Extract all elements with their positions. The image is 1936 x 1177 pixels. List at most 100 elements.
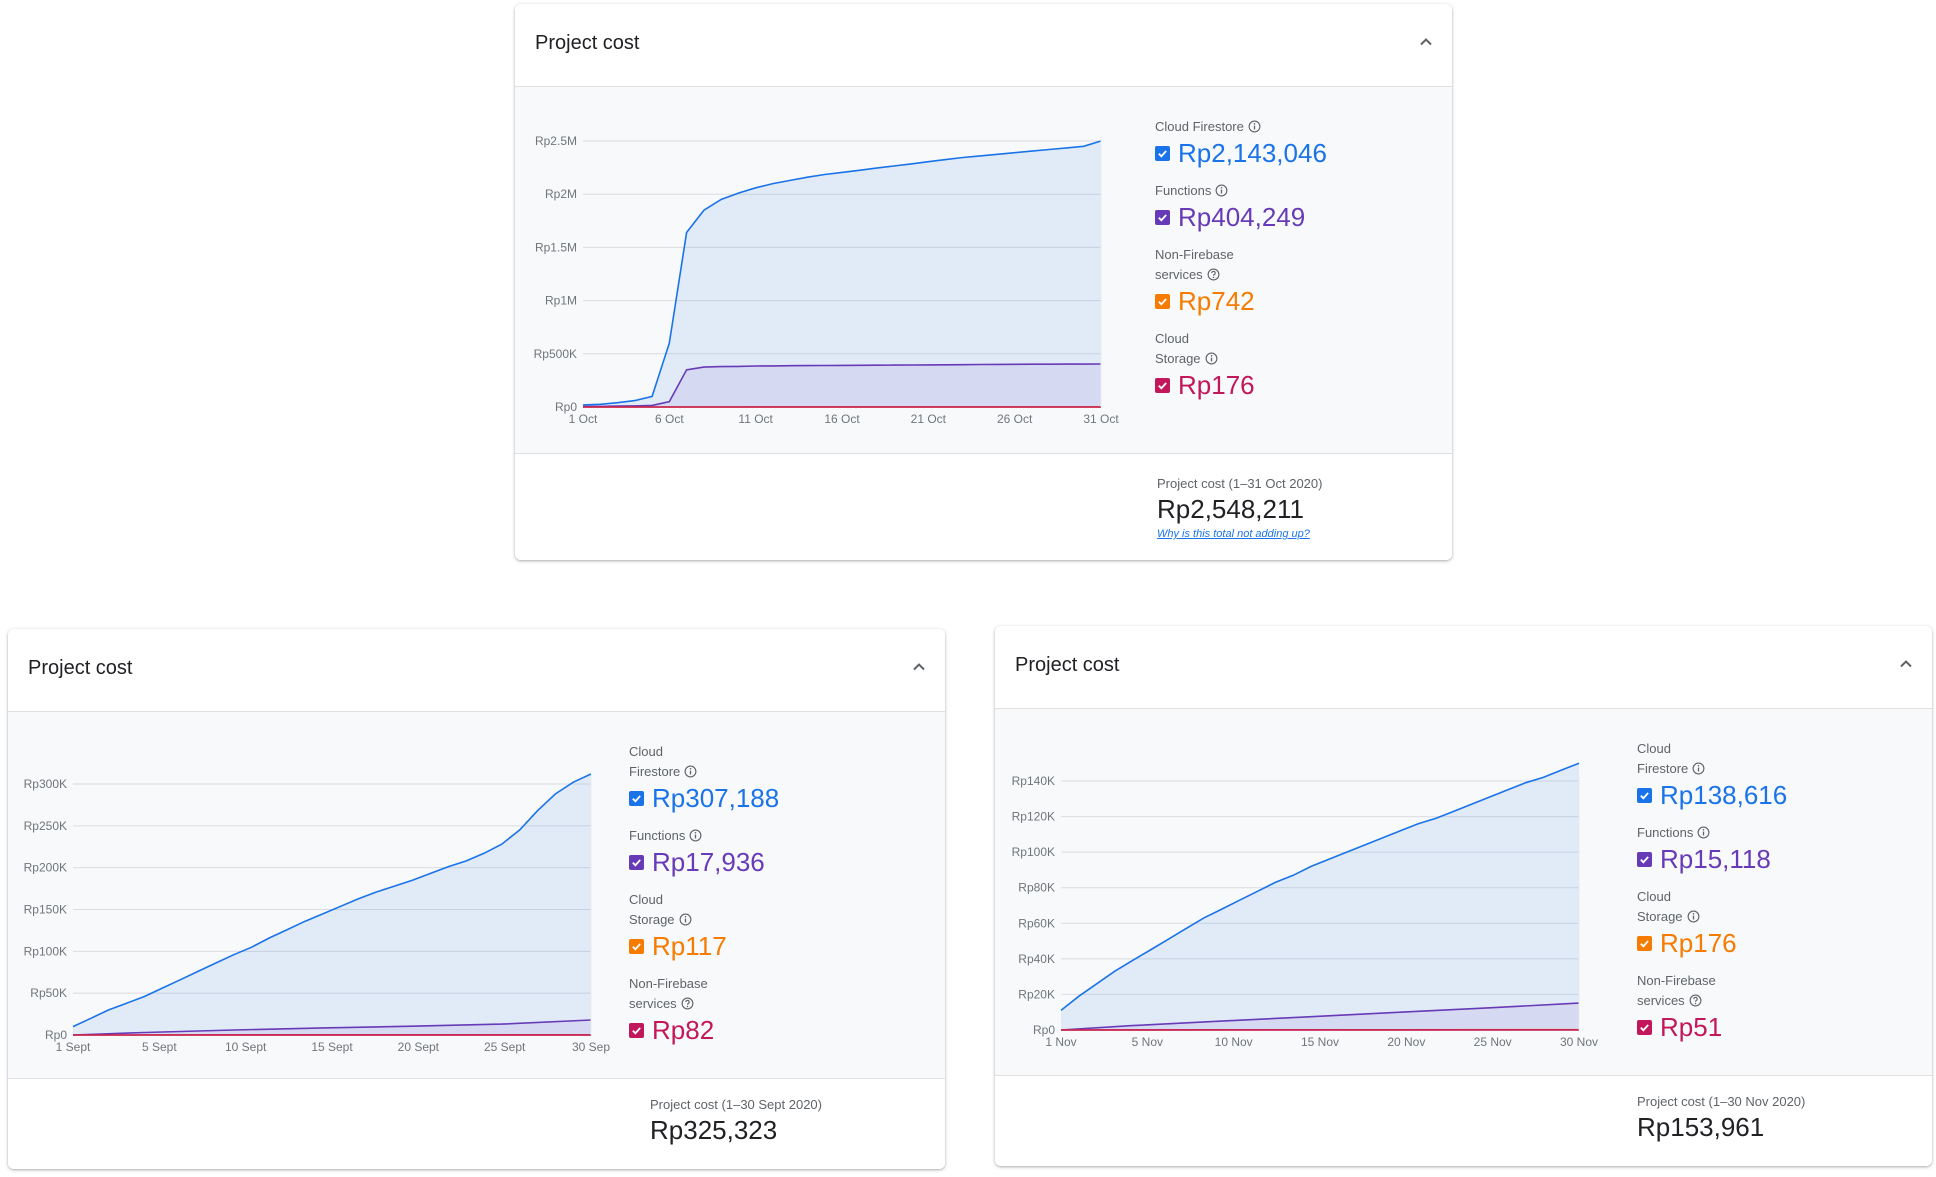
card-title: Project cost (1015, 654, 1120, 676)
series-checkbox[interactable] (1637, 788, 1652, 803)
legend-item-name: Cloud Firestore (1155, 117, 1355, 137)
legend-item: Cloud Firestore Rp307,188 (629, 742, 849, 814)
x-tick-label: 30 Nov (1560, 1035, 1598, 1049)
y-tick-label: Rp100K (1012, 845, 1055, 859)
legend-value-row: Rp51 (1637, 1011, 1857, 1043)
checkbox-checked-icon (1640, 856, 1649, 864)
project-cost-card-oct: Project cost Rp0 Rp500K Rp1M Rp1.5M Rp2M Rp2.… (515, 4, 1452, 560)
total-cost-value: Rp153,961 (1637, 1112, 1765, 1142)
series-checkbox[interactable] (1155, 378, 1170, 393)
x-tick-label: 25 Sept (484, 1040, 526, 1054)
total-cost-label: Project cost (1–30 Nov 2020) (1637, 1094, 1806, 1109)
series-checkbox[interactable] (1637, 936, 1652, 951)
legend-item: Functions Rp15,118 (1637, 823, 1857, 875)
info-icon[interactable] (1205, 352, 1218, 365)
series-checkbox[interactable] (629, 791, 644, 806)
chevron-up-icon (1420, 38, 1432, 46)
legend-item-label: Non-Firebase services (1155, 247, 1234, 282)
info-icon[interactable] (679, 913, 692, 926)
legend-item-value: Rp82 (652, 1015, 715, 1045)
info-icon[interactable] (1248, 120, 1261, 133)
y-tick-label: Rp140K (1012, 774, 1055, 788)
legend-item-name: Non-Firebase services (1155, 245, 1265, 285)
legend-item-name: Functions (1637, 823, 1837, 843)
legend-item-name: Functions (629, 826, 829, 846)
legend-item-label: Cloud Storage (1155, 331, 1201, 366)
card-title: Project cost (535, 32, 640, 54)
help-circle-icon[interactable] (1207, 268, 1220, 281)
legend-item-value: Rp742 (1178, 286, 1255, 316)
legend-value-row: Rp742 (1155, 285, 1375, 317)
legend-value-row: Rp176 (1637, 927, 1857, 959)
x-tick-label: 5 Nov (1132, 1035, 1163, 1049)
legend-item: Non-Firebase services Rp51 (1637, 971, 1857, 1043)
x-tick-label: 21 Oct (911, 412, 947, 426)
x-tick-label: 1 Sept (56, 1040, 91, 1054)
y-tick-label: Rp2.5M (535, 134, 577, 148)
series-checkbox[interactable] (629, 1023, 644, 1038)
legend-value-row: Rp404,249 (1155, 201, 1375, 233)
legend-item-value: Rp176 (1660, 928, 1737, 958)
legend-item-label: Cloud Storage (629, 892, 675, 927)
y-tick-label: Rp150K (24, 903, 67, 917)
legend-item-label: Non-Firebase services (629, 976, 708, 1011)
info-icon[interactable] (689, 829, 702, 842)
legend-item-label: Non-Firebase services (1637, 973, 1716, 1008)
legend-item-name: Functions (1155, 181, 1355, 201)
info-icon[interactable] (1215, 184, 1228, 197)
x-tick-label: 10 Sept (225, 1040, 267, 1054)
checkbox-checked-icon (632, 795, 641, 803)
series-checkbox[interactable] (629, 855, 644, 870)
legend-item-value: Rp404,249 (1178, 202, 1306, 232)
series-checkbox[interactable] (1155, 210, 1170, 225)
legend-item-name: Non-Firebase services (629, 974, 739, 1014)
series-checkbox[interactable] (1637, 1020, 1652, 1035)
chart-area: Rp0 Rp500K Rp1M Rp1.5M Rp2M Rp2.5M 1 Oct 6 Oct 1… (515, 87, 1452, 454)
x-tick-label: 31 Oct (1083, 412, 1119, 426)
series-checkbox[interactable] (629, 939, 644, 954)
legend-value-row: Rp307,188 (629, 782, 849, 814)
total-help-link[interactable]: Why is this total not adding up? (1157, 528, 1310, 540)
legend-item-value: Rp307,188 (652, 783, 780, 813)
info-icon[interactable] (684, 765, 697, 778)
checkbox-checked-icon (1640, 1024, 1649, 1032)
legend-value-row: Rp82 (629, 1014, 849, 1046)
y-tick-label: Rp250K (24, 819, 67, 833)
checkbox-checked-icon (1640, 792, 1649, 800)
collapse-button[interactable] (905, 653, 933, 681)
series-checkbox[interactable] (1155, 294, 1170, 309)
card-footer: Project cost (1–30 Nov 2020) Rp153,961 (995, 1076, 1932, 1166)
x-tick-label: 30 Sep (572, 1040, 610, 1054)
legend-value-row: Rp15,118 (1637, 843, 1857, 875)
info-icon[interactable] (1697, 826, 1710, 839)
legend-item-value: Rp17,936 (652, 847, 765, 877)
legend-item-value: Rp51 (1660, 1012, 1723, 1042)
y-tick-label: Rp50K (30, 986, 67, 1000)
info-icon[interactable] (1692, 762, 1705, 775)
legend-value-row: Rp117 (629, 930, 849, 962)
checkbox-checked-icon (1640, 940, 1649, 948)
series-checkbox[interactable] (1637, 852, 1652, 867)
collapse-button[interactable] (1412, 28, 1440, 56)
legend-value-row: Rp138,616 (1637, 779, 1857, 811)
legend-item-label: Cloud Firestore (629, 744, 681, 779)
series-checkbox[interactable] (1155, 146, 1170, 161)
y-tick-label: Rp500K (534, 347, 577, 361)
legend-item-label: Functions (1637, 825, 1694, 840)
x-tick-label: 26 Oct (997, 412, 1033, 426)
legend-item: Non-Firebase services Rp742 (1155, 245, 1375, 317)
collapse-button[interactable] (1892, 650, 1920, 678)
checkbox-checked-icon (1158, 150, 1167, 158)
help-circle-icon[interactable] (1689, 994, 1702, 1007)
series-area (1061, 763, 1579, 1030)
x-tick-label: 15 Sept (311, 1040, 353, 1054)
checkbox-checked-icon (1158, 382, 1167, 390)
card-footer: Project cost (1–31 Oct 2020) Rp2,548,211… (515, 454, 1452, 560)
x-tick-label: 25 Nov (1474, 1035, 1512, 1049)
x-tick-label: 10 Nov (1215, 1035, 1253, 1049)
legend-item-value: Rp2,143,046 (1178, 138, 1327, 168)
y-tick-label: Rp200K (24, 861, 67, 875)
project-cost-card-sep: Project cost Rp0 Rp50K Rp100K Rp150K Rp200K R… (8, 629, 945, 1169)
help-circle-icon[interactable] (681, 997, 694, 1010)
info-icon[interactable] (1687, 910, 1700, 923)
